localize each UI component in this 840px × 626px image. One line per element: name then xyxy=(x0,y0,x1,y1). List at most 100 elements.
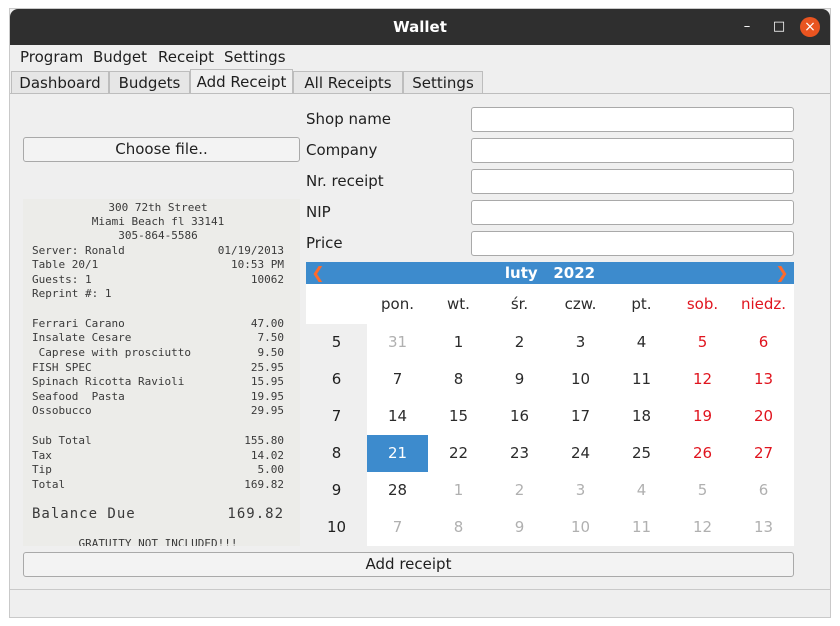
menu-settings[interactable]: Settings xyxy=(224,48,286,66)
calendar-header: ❮ luty 2022 ❯ xyxy=(306,262,794,284)
tab-budgets[interactable]: Budgets xyxy=(109,71,190,94)
calendar-day-selected[interactable]: 21 xyxy=(367,435,428,472)
calendar-day[interactable]: 15 xyxy=(428,398,489,435)
receipt-line: Total 169.82 xyxy=(32,478,284,492)
receipt-nr-label: Nr. receipt xyxy=(306,172,384,190)
menu-bar: Program Budget Receipt Settings xyxy=(10,45,830,69)
calendar-day[interactable]: 26 xyxy=(672,435,733,472)
menu-program[interactable]: Program xyxy=(20,48,83,66)
receipt-line-amount: 155.80 xyxy=(244,434,284,447)
tab-bar: Dashboard Budgets Add Receipt All Receip… xyxy=(10,69,830,95)
calendar-day[interactable]: 13 xyxy=(733,361,794,398)
calendar-day[interactable]: 11 xyxy=(611,361,672,398)
receipt-line-amount: 169.82 xyxy=(244,478,284,491)
calendar-day[interactable]: 28 xyxy=(367,472,428,509)
calendar-day[interactable]: 14 xyxy=(367,398,428,435)
company-input[interactable] xyxy=(471,138,794,163)
calendar-day[interactable]: 6 xyxy=(733,324,794,361)
receipt-line-amount: 169.82 xyxy=(227,506,284,522)
calendar-day[interactable]: 8 xyxy=(428,509,489,546)
calendar-day[interactable]: 7 xyxy=(367,361,428,398)
receipt-line: Spinach Ricotta Ravioli 15.95 xyxy=(32,375,284,389)
add-receipt-button[interactable]: Add receipt xyxy=(23,552,794,577)
calendar-day[interactable]: 2 xyxy=(489,324,550,361)
calendar-day[interactable]: 2 xyxy=(489,472,550,509)
calendar-day[interactable]: 3 xyxy=(550,324,611,361)
choose-file-button[interactable]: Choose file.. xyxy=(23,137,300,162)
receipt-line-text: Caprese with prosciutto xyxy=(32,346,191,359)
nip-label: NIP xyxy=(306,203,331,221)
week-number: 5 xyxy=(331,333,342,351)
calendar-day[interactable]: 16 xyxy=(489,398,550,435)
receipt-line: 300 72th Street xyxy=(32,201,284,215)
calendar-day[interactable]: 3 xyxy=(550,472,611,509)
calendar-day[interactable]: 13 xyxy=(733,509,794,546)
receipt-line-amount: 47.00 xyxy=(250,317,284,330)
nip-input[interactable] xyxy=(471,200,794,225)
next-month-icon[interactable]: ❯ xyxy=(772,262,792,284)
calendar-day[interactable]: 24 xyxy=(550,435,611,472)
menu-budget[interactable]: Budget xyxy=(93,48,147,66)
receipt-nr-input[interactable] xyxy=(471,169,794,194)
tab-add-receipt[interactable]: Add Receipt xyxy=(190,69,293,95)
calendar-day[interactable]: 31 xyxy=(367,324,428,361)
calendar-day[interactable]: 6 xyxy=(733,472,794,509)
receipt-line-text: FISH SPEC xyxy=(32,361,92,374)
calendar-day[interactable]: 22 xyxy=(428,435,489,472)
receipt-line-text: Tax xyxy=(32,449,52,462)
receipt-line-amount: 7.50 xyxy=(257,331,285,344)
calendar-day[interactable]: 20 xyxy=(733,398,794,435)
calendar-day[interactable]: 4 xyxy=(611,472,672,509)
maximize-icon[interactable]: □ xyxy=(769,17,789,37)
receipt-line-text: Miami Beach fl 33141 xyxy=(91,215,225,228)
receipt-line: Caprese with prosciutto 9.50 xyxy=(32,346,284,360)
calendar-day[interactable]: 27 xyxy=(733,435,794,472)
receipt-line: Tax 14.02 xyxy=(32,449,284,463)
receipt-line: Ossobucco 29.95 xyxy=(32,404,284,418)
price-label: Price xyxy=(306,234,343,252)
tab-settings[interactable]: Settings xyxy=(403,71,483,94)
tab-all-receipts[interactable]: All Receipts xyxy=(293,71,403,94)
calendar-day[interactable]: 17 xyxy=(550,398,611,435)
receipt-line-text: Ossobucco xyxy=(32,404,92,417)
receipt-line-amount: 10:53 PM xyxy=(231,258,284,271)
calendar-day[interactable]: 5 xyxy=(672,472,733,509)
calendar-day[interactable]: 10 xyxy=(550,509,611,546)
receipt-image: 300 72th Street Miami Beach fl 33141 305-8… xyxy=(23,199,300,546)
menu-receipt[interactable]: Receipt xyxy=(158,48,214,66)
close-icon[interactable]: × xyxy=(800,17,820,37)
receipt-line-text: Table 20/1 xyxy=(32,258,99,271)
calendar-day[interactable]: 4 xyxy=(611,324,672,361)
calendar-day[interactable]: 18 xyxy=(611,398,672,435)
receipt-line-amount: 01/19/2013 xyxy=(217,244,284,257)
calendar-month-year[interactable]: luty 2022 xyxy=(306,262,794,284)
calendar-day[interactable]: 12 xyxy=(672,361,733,398)
calendar-day[interactable]: 12 xyxy=(672,509,733,546)
calendar-day[interactable]: 9 xyxy=(489,361,550,398)
calendar-day[interactable]: 8 xyxy=(428,361,489,398)
calendar-month[interactable]: luty xyxy=(505,264,538,282)
calendar-day[interactable]: 23 xyxy=(489,435,550,472)
shop-name-label: Shop name xyxy=(306,110,392,128)
weekday-header: wt. xyxy=(447,295,470,313)
receipt-line: FISH SPEC 25.95 xyxy=(32,361,284,375)
minimize-icon[interactable]: – xyxy=(737,17,757,37)
tab-dashboard[interactable]: Dashboard xyxy=(11,71,109,94)
title-bar[interactable]: Wallet – □ × xyxy=(10,9,830,45)
calendar-day[interactable]: 11 xyxy=(611,509,672,546)
receipt-line: Sub Total 155.80 xyxy=(32,434,284,448)
calendar-day[interactable]: 7 xyxy=(367,509,428,546)
receipt-line: Guests: 1 10062 xyxy=(32,273,284,287)
shop-name-input[interactable] xyxy=(471,107,794,132)
receipt-line-amount: 29.95 xyxy=(250,404,284,417)
price-input[interactable] xyxy=(471,231,794,256)
calendar-day[interactable]: 10 xyxy=(550,361,611,398)
calendar-day[interactable]: 5 xyxy=(672,324,733,361)
calendar-day[interactable]: 9 xyxy=(489,509,550,546)
calendar-day[interactable]: 1 xyxy=(428,324,489,361)
calendar-day[interactable]: 19 xyxy=(672,398,733,435)
calendar-year[interactable]: 2022 xyxy=(553,264,595,282)
calendar-day[interactable]: 1 xyxy=(428,472,489,509)
calendar-day[interactable]: 25 xyxy=(611,435,672,472)
receipt-line: Ferrari Carano 47.00 xyxy=(32,317,284,331)
